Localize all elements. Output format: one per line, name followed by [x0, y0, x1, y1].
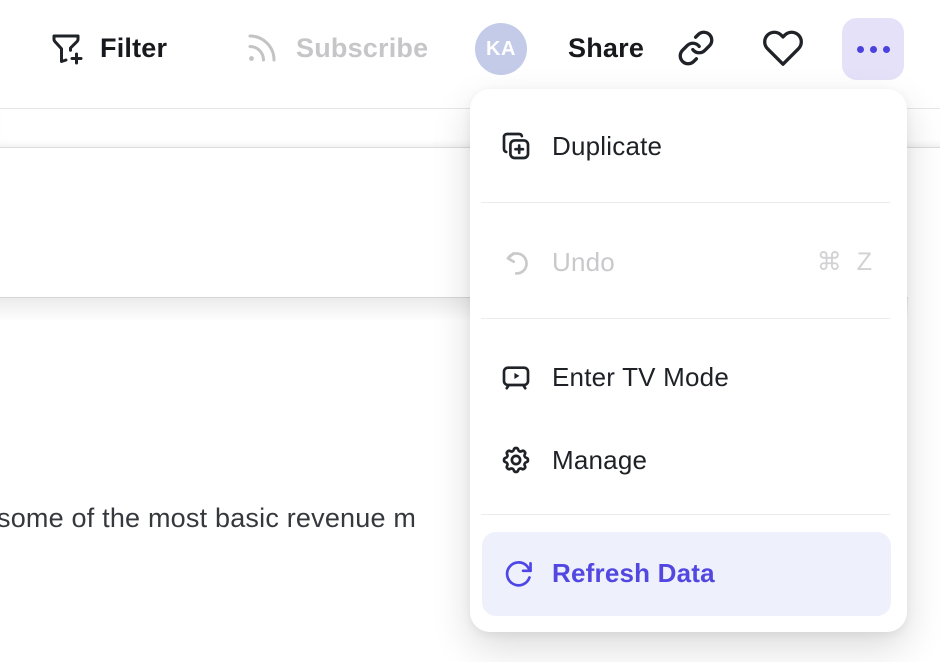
menu-item-duplicate[interactable]: Duplicate: [470, 118, 907, 174]
avatar[interactable]: KA: [475, 23, 527, 75]
subscribe-label: Subscribe: [296, 33, 428, 64]
menu-divider: [481, 318, 890, 319]
copy-link-button[interactable]: [677, 0, 715, 96]
menu-item-label: Refresh Data: [552, 558, 715, 589]
options-dropdown-menu: Duplicate Undo ⌘ Z: [470, 89, 907, 632]
undo-shortcut: ⌘ Z: [817, 247, 876, 277]
avatar-initials: KA: [486, 38, 516, 61]
menu-item-label: Enter TV Mode: [552, 362, 729, 393]
duplicate-icon: [498, 130, 534, 162]
menu-item-manage[interactable]: Manage: [470, 432, 907, 488]
filter-label: Filter: [100, 33, 167, 64]
undo-icon: [498, 246, 534, 278]
share-label: Share: [568, 33, 644, 64]
menu-item-enter-tv-mode[interactable]: Enter TV Mode: [470, 349, 907, 405]
gear-icon: [498, 444, 534, 476]
menu-divider: [481, 514, 890, 515]
refresh-icon: [500, 558, 536, 590]
menu-item-label: Manage: [552, 445, 647, 476]
subscribe-button[interactable]: Subscribe: [244, 0, 428, 96]
menu-item-refresh-data[interactable]: Refresh Data: [482, 532, 891, 616]
tv-mode-icon: [498, 361, 534, 393]
link-icon: [677, 29, 715, 67]
app-screen: some of the most basic revenue m Filter …: [0, 0, 940, 662]
filter-plus-icon: [48, 30, 84, 66]
more-options-button[interactable]: [842, 18, 904, 80]
rss-icon: [244, 30, 280, 66]
ellipsis-icon: [857, 46, 890, 53]
filter-button[interactable]: Filter: [48, 0, 167, 96]
heart-icon: [762, 27, 804, 69]
menu-item-label: Undo: [552, 247, 615, 278]
favorite-button[interactable]: [762, 0, 804, 96]
page-body-text: some of the most basic revenue m: [0, 503, 416, 534]
menu-item-undo: Undo ⌘ Z: [470, 234, 907, 290]
share-button[interactable]: Share: [568, 0, 644, 96]
menu-item-label: Duplicate: [552, 131, 662, 162]
menu-divider: [481, 202, 890, 203]
